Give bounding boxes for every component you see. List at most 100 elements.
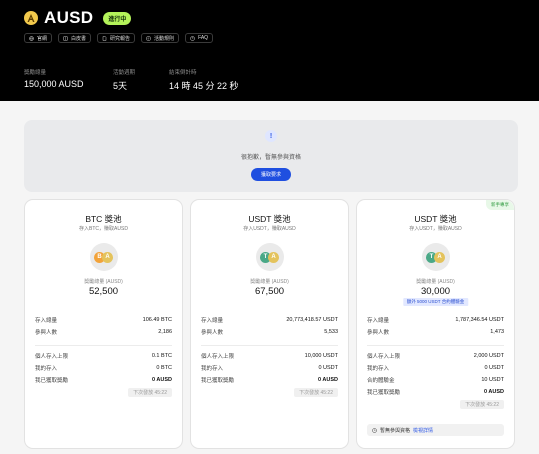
eligibility-notice: ! 很抱歉，暫無參與資格 獲取要求 xyxy=(24,120,518,192)
coin-pair-icon: T A xyxy=(421,243,450,271)
pool-total-value: 67,500 xyxy=(254,286,285,297)
stat-key: 參與人數 xyxy=(367,330,390,336)
limit-row: 個人存入上限 0.1 BTC xyxy=(35,352,172,360)
limit-val: 0 USDT xyxy=(484,365,504,371)
stat-label: 獎勵總量 xyxy=(24,70,47,76)
limit-row: 個人存入上限 2,000 USDT xyxy=(367,352,504,360)
link-label: 研究報告 xyxy=(110,35,131,42)
document-icon xyxy=(102,35,107,41)
stat-row: 參與人數 5,533 xyxy=(201,328,338,336)
limit-row: 我已獲取獎勵 0 AUSD xyxy=(35,376,172,384)
pool-total-label: 獎勵總量 (AUSD) xyxy=(416,279,455,285)
stat-key: 存入總量 xyxy=(201,318,224,324)
stat-total-rewards: 獎勵總量 150,000 AUSD xyxy=(24,68,113,92)
link-label: 官網 xyxy=(37,35,48,42)
pool-subtitle: 存入USDT，賺取AUSD xyxy=(409,226,462,232)
divider xyxy=(35,345,172,346)
view-details-link[interactable]: 檢視詳情 xyxy=(413,427,433,434)
pool-card-usdt: USDT 獎池 存入USDT，賺取AUSD T A 獎勵總量 (AUSD) 67… xyxy=(190,199,349,449)
stat-countdown: 結束倒計時 14 時 45 分 22 秒 xyxy=(169,68,239,92)
ausd-coin-icon: A xyxy=(434,251,445,263)
limit-row: 我已獲取獎勵 0 AUSD xyxy=(201,376,338,384)
limit-val: 0 AUSD xyxy=(152,377,172,383)
ausd-coin-icon xyxy=(24,11,38,25)
pool-card-usdt-newcomer: 新手專享 USDT 獎池 存入USDT，賺取AUSD T A 獎勵總量 (AUS… xyxy=(356,199,515,449)
link-website[interactable]: 官網 xyxy=(24,33,53,43)
limit-val: 10 USDT xyxy=(481,377,504,383)
stat-key: 存入總量 xyxy=(35,318,58,324)
limit-row: 合約體驗金 10 USDT xyxy=(367,376,504,384)
link-research-report[interactable]: 研究報告 xyxy=(97,33,136,43)
book-icon xyxy=(63,36,68,40)
link-faq[interactable]: FAQ xyxy=(185,33,214,43)
link-rules[interactable]: 活動規則 xyxy=(141,33,180,43)
stat-row: 參與人數 2,186 xyxy=(35,328,172,336)
stat-row: 存入總量 1,787,346.54 USDT xyxy=(367,316,504,324)
limit-row: 我的存入 0 USDT xyxy=(367,364,504,372)
stat-label: 結束倒計時 xyxy=(169,70,197,76)
limit-val: 0 BTC xyxy=(156,365,172,371)
stat-row: 參與人數 1,473 xyxy=(367,328,504,336)
get-requirements-button[interactable]: 獲取要求 xyxy=(250,168,291,181)
campaign-header: AUSD 進行中 官網 白皮書 研究報告 活動規則 FAQ 獎勵總量 150,0… xyxy=(0,0,539,101)
pool-subtitle: 存入BTC，賺取AUSD xyxy=(79,226,128,232)
newcomer-badge: 新手專享 xyxy=(486,200,514,210)
limit-val: 0 AUSD xyxy=(318,377,338,383)
rules-icon xyxy=(146,36,151,40)
limit-row: 我已獲取獎勵 0 AUSD xyxy=(367,388,504,396)
link-label: 活動規則 xyxy=(154,35,175,42)
stat-value: 5天 xyxy=(113,81,128,91)
stat-value: 150,000 AUSD xyxy=(24,79,84,89)
next-distribution-badge: 下次發放 45:22 xyxy=(294,388,338,397)
link-label: 白皮書 xyxy=(71,35,87,42)
status-badge: 進行中 xyxy=(103,11,132,25)
next-distribution-badge: 下次發放 45:22 xyxy=(460,400,504,409)
link-whitepaper[interactable]: 白皮書 xyxy=(58,33,92,43)
pool-total-value: 52,500 xyxy=(88,286,119,297)
stat-row: 存入總量 106.49 BTC xyxy=(35,316,172,324)
limit-row: 我的存入 0 BTC xyxy=(35,364,172,372)
pool-card-btc: BTC 獎池 存入BTC，賺取AUSD B A 獎勵總量 (AUSD) 52,5… xyxy=(24,199,183,449)
pool-name: BTC 獎池 xyxy=(85,214,122,224)
page-title: AUSD xyxy=(44,8,94,27)
bonus-tag: 額外 5000 USDT 合約體驗金 xyxy=(402,298,469,306)
limit-val: 0.1 BTC xyxy=(151,353,172,359)
stat-val: 5,533 xyxy=(324,329,338,335)
campaign-stats: 獎勵總量 150,000 AUSD 活動週期 5天 結束倒計時 14 時 45 … xyxy=(24,68,239,92)
limit-val: 0 AUSD xyxy=(484,389,504,395)
pool-subtitle: 存入USDT，賺取AUSD xyxy=(243,226,296,232)
stat-val: 1,787,346.54 USDT xyxy=(455,317,504,323)
ausd-coin-icon: A xyxy=(268,251,279,263)
limit-val: 0 USDT xyxy=(318,365,338,371)
globe-icon xyxy=(29,35,34,41)
link-label: FAQ xyxy=(198,35,209,41)
stat-label: 活動週期 xyxy=(113,70,136,76)
limit-key: 我已獲取獎勵 xyxy=(35,378,69,384)
info-icon: ! xyxy=(265,130,277,142)
stat-key: 參與人數 xyxy=(201,330,224,336)
limit-val: 10,000 USDT xyxy=(304,353,338,359)
divider xyxy=(367,345,504,346)
footnote-text: 暫無參與資格 xyxy=(380,427,411,434)
limit-key: 我的存入 xyxy=(201,366,224,372)
stat-key: 存入總量 xyxy=(367,318,390,324)
limit-key: 我的存入 xyxy=(35,366,58,372)
stat-period: 活動週期 5天 xyxy=(113,68,169,92)
limit-row: 我的存入 0 USDT xyxy=(201,364,338,372)
coin-pair-icon: B A xyxy=(89,243,118,271)
countdown-value: 14 時 45 分 22 秒 xyxy=(169,81,239,91)
pool-name: USDT 獎池 xyxy=(414,214,457,224)
next-distribution-badge: 下次發放 45:22 xyxy=(128,388,172,397)
resource-links: 官網 白皮書 研究報告 活動規則 FAQ xyxy=(24,33,214,43)
help-icon xyxy=(190,35,195,41)
clock-icon xyxy=(372,427,377,433)
divider xyxy=(201,345,338,346)
stat-val: 20,773,418.57 USDT xyxy=(286,317,338,323)
limit-row: 個人存入上限 10,000 USDT xyxy=(201,352,338,360)
limit-key: 我已獲取獎勵 xyxy=(201,378,235,384)
coin-pair-icon: T A xyxy=(255,243,284,271)
pool-total-value: 30,000 xyxy=(420,286,451,297)
stat-val: 2,186 xyxy=(158,329,172,335)
notice-message: 很抱歉，暫無參與資格 xyxy=(240,155,301,161)
limit-key: 我已獲取獎勵 xyxy=(367,390,401,396)
